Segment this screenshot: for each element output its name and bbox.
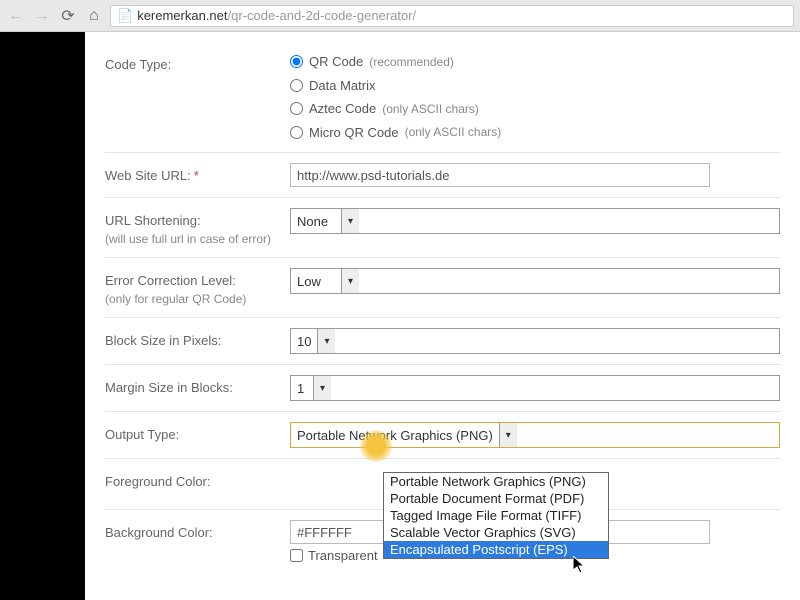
radio-aztec[interactable]: Aztec Code (only ASCII chars): [290, 99, 780, 119]
bg-color-label: Background Color:: [105, 520, 290, 542]
radio-data-matrix[interactable]: Data Matrix: [290, 76, 780, 96]
code-type-options: QR Code (recommended) Data Matrix Aztec …: [290, 52, 780, 142]
error-correction-select[interactable]: Low ▾: [290, 268, 780, 294]
web-url-label: Web Site URL:*: [105, 163, 290, 185]
output-type-select[interactable]: Portable Network Graphics (PNG) ▾: [290, 422, 780, 448]
chevron-down-icon: ▾: [313, 376, 331, 400]
chevron-down-icon: ▾: [499, 423, 517, 447]
margin-size-select[interactable]: 1 ▾: [290, 375, 780, 401]
chevron-down-icon: ▾: [341, 269, 359, 293]
margin-size-label: Margin Size in Blocks:: [105, 375, 290, 397]
back-button[interactable]: ←: [6, 6, 26, 26]
forward-button[interactable]: →: [32, 6, 52, 26]
block-size-label: Block Size in Pixels:: [105, 328, 290, 350]
output-type-label: Output Type:: [105, 422, 290, 444]
fg-color-label: Foreground Color:: [105, 469, 290, 491]
radio-micro-qr[interactable]: Micro QR Code (only ASCII chars): [290, 123, 780, 143]
error-correction-label: Error Correction Level: (only for regula…: [105, 268, 290, 307]
output-type-dropdown: Portable Network Graphics (PNG) Portable…: [383, 472, 609, 559]
dropdown-option-selected[interactable]: Encapsulated Postscript (EPS): [384, 541, 608, 558]
dropdown-option[interactable]: Tagged Image File Format (TIFF): [384, 507, 608, 524]
dropdown-option[interactable]: Portable Network Graphics (PNG): [384, 473, 608, 490]
block-size-select[interactable]: 10 ▾: [290, 328, 780, 354]
url-shortening-label: URL Shortening: (will use full url in ca…: [105, 208, 290, 247]
url-shortening-select[interactable]: None ▾: [290, 208, 780, 234]
dropdown-option[interactable]: Portable Document Format (PDF): [384, 490, 608, 507]
web-url-input[interactable]: [290, 163, 710, 187]
chevron-down-icon: ▾: [341, 209, 359, 233]
radio-qr-code[interactable]: QR Code (recommended): [290, 52, 780, 72]
code-type-label: Code Type:: [105, 52, 290, 74]
url-path: /qr-code-and-2d-code-generator/: [228, 8, 417, 23]
form-area: Code Type: QR Code (recommended) Data Ma…: [85, 32, 800, 600]
page-icon: 📄: [117, 8, 133, 24]
reload-button[interactable]: ⟳: [58, 6, 78, 26]
left-sidebar: [0, 32, 85, 600]
home-button[interactable]: ⌂: [84, 6, 104, 26]
browser-toolbar: ← → ⟳ ⌂ 📄 keremerkan.net/qr-code-and-2d-…: [0, 0, 800, 32]
chevron-down-icon: ▾: [317, 329, 335, 353]
url-host: keremerkan.net: [137, 8, 227, 23]
dropdown-option[interactable]: Scalable Vector Graphics (SVG): [384, 524, 608, 541]
address-bar[interactable]: 📄 keremerkan.net/qr-code-and-2d-code-gen…: [110, 5, 794, 27]
